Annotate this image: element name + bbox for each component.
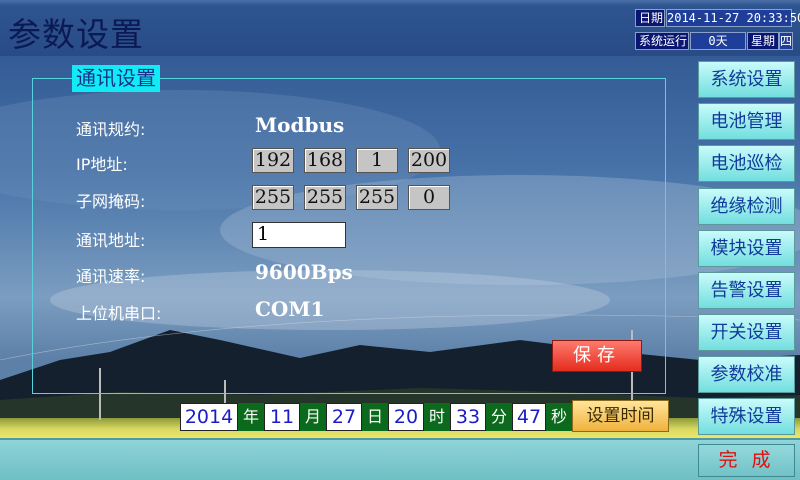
month-input[interactable]: 11 xyxy=(264,403,300,431)
address-input[interactable]: 1 xyxy=(252,222,346,248)
day-input[interactable]: 27 xyxy=(326,403,362,431)
footer-bar xyxy=(0,438,800,480)
protocol-value[interactable]: Modbus xyxy=(255,113,344,137)
day-unit: 日 xyxy=(362,403,388,431)
date-label: 日期 xyxy=(635,9,665,27)
mask-octet-3[interactable]: 255 xyxy=(356,185,398,210)
done-button[interactable]: 完成 xyxy=(698,444,795,477)
ip-octet-4[interactable]: 200 xyxy=(408,148,450,173)
ip-label: IP地址: xyxy=(76,155,128,174)
run-days-display: 0天 xyxy=(690,32,746,50)
datetime-display: 2014-11-27 20:33:50 xyxy=(666,9,800,27)
save-button[interactable]: 保存 xyxy=(552,340,642,372)
year-unit: 年 xyxy=(238,403,264,431)
nav-system-settings[interactable]: 系统设置 xyxy=(698,61,795,98)
nav-alarm-settings[interactable]: 告警设置 xyxy=(698,272,795,309)
minute-unit: 分 xyxy=(486,403,512,431)
weekday-label: 星期 xyxy=(747,32,779,50)
year-input[interactable]: 2014 xyxy=(180,403,238,431)
second-input[interactable]: 47 xyxy=(512,403,546,431)
nav-insulation-detect[interactable]: 绝缘检测 xyxy=(698,188,795,225)
nav-module-settings[interactable]: 模块设置 xyxy=(698,230,795,267)
mask-octet-1[interactable]: 255 xyxy=(252,185,294,210)
month-unit: 月 xyxy=(300,403,326,431)
protocol-label: 通讯规约: xyxy=(76,120,146,139)
mask-octet-4[interactable]: 0 xyxy=(408,185,450,210)
nav-parameter-calibration[interactable]: 参数校准 xyxy=(698,356,795,393)
mask-octet-2[interactable]: 255 xyxy=(304,185,346,210)
nav-special-settings[interactable]: 特殊设置 xyxy=(698,398,795,435)
run-label: 系统运行 xyxy=(635,32,689,50)
minute-input[interactable]: 33 xyxy=(450,403,486,431)
baud-label: 通讯速率: xyxy=(76,267,146,286)
address-label: 通讯地址: xyxy=(76,231,146,250)
nav-battery-management[interactable]: 电池管理 xyxy=(698,103,795,140)
nav-battery-inspection[interactable]: 电池巡检 xyxy=(698,145,795,182)
port-value[interactable]: COM1 xyxy=(255,297,324,321)
hour-input[interactable]: 20 xyxy=(388,403,424,431)
nav-switch-settings[interactable]: 开关设置 xyxy=(698,314,795,351)
second-unit: 秒 xyxy=(546,403,572,431)
set-time-button[interactable]: 设置时间 xyxy=(572,400,669,432)
hour-unit: 时 xyxy=(424,403,450,431)
ip-octet-3[interactable]: 1 xyxy=(356,148,398,173)
page-title: 参数设置 xyxy=(8,15,144,54)
baud-value[interactable]: 9600Bps xyxy=(255,260,353,284)
port-label: 上位机串口: xyxy=(76,304,162,323)
mask-label: 子网掩码: xyxy=(76,192,146,211)
ip-octet-2[interactable]: 168 xyxy=(304,148,346,173)
weekday-display: 四 xyxy=(779,32,793,50)
panel-title: 通讯设置 xyxy=(72,65,160,92)
ip-octet-1[interactable]: 192 xyxy=(252,148,294,173)
